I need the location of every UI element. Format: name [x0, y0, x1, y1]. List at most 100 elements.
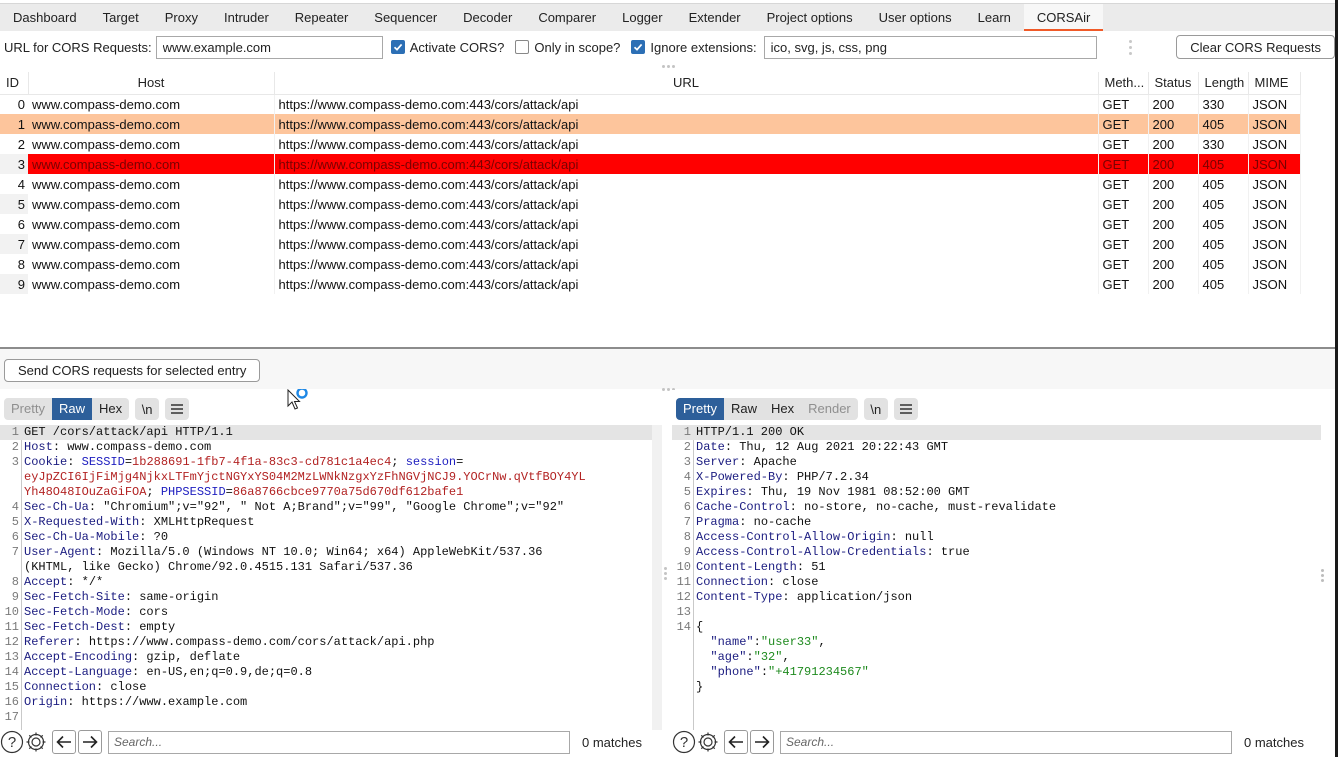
token-value: ; — [146, 485, 161, 499]
column-header-id[interactable]: ID — [0, 72, 29, 95]
tab-logger[interactable]: Logger — [609, 4, 675, 31]
send-cors-requests-button[interactable]: Send CORS requests for selected entry — [4, 359, 261, 382]
table-row[interactable]: 9 www.compass-demo.com https://www.compass… — [0, 274, 1301, 294]
tab-sequencer[interactable]: Sequencer — [361, 4, 450, 31]
table-row[interactable]: 0 www.compass-demo.com https://www.compass… — [0, 94, 1301, 114]
tab-repeater[interactable]: Repeater — [282, 4, 361, 31]
tab-intruder[interactable]: Intruder — [211, 4, 282, 31]
cell-length: 405 — [1198, 154, 1249, 174]
hamburger-menu-icon[interactable] — [893, 398, 918, 420]
previous-match-arrow-icon[interactable] — [52, 730, 76, 754]
line-number: 6 — [11, 530, 19, 544]
column-header-host[interactable]: Host — [28, 72, 275, 95]
token-key: Sec-Ch-Ua — [24, 500, 89, 514]
response-search-input[interactable] — [780, 730, 1232, 754]
column-header-url[interactable]: URL — [274, 72, 1099, 95]
cell-status: 200 — [1148, 174, 1199, 194]
column-header-mime[interactable]: MIME — [1248, 72, 1301, 95]
response-code-area[interactable]: 1 HTTP/1.1 200 OK 2 Date: Thu, 12 Aug 2021 … — [672, 425, 1321, 730]
view-tab-pretty[interactable]: Pretty — [676, 398, 724, 420]
clear-cors-requests-button[interactable]: Clear CORS Requests — [1176, 35, 1335, 59]
table-row[interactable]: 6 www.compass-demo.com https://www.compass… — [0, 214, 1301, 234]
line-text: Sec-Fetch-Dest: empty — [24, 620, 175, 635]
tab-proxy[interactable]: Proxy — [152, 4, 211, 31]
token-value: { — [696, 620, 704, 634]
splitter-handle[interactable] — [1129, 39, 1133, 55]
newline-toggle-button[interactable]: \n — [863, 398, 888, 420]
view-tab-raw[interactable]: Raw — [724, 398, 764, 420]
cors-url-input[interactable] — [155, 35, 383, 59]
tab-extender[interactable]: Extender — [676, 4, 754, 31]
tab-learn[interactable]: Learn — [965, 4, 1024, 31]
splitter-handle[interactable] — [1321, 569, 1324, 582]
token-value: : */* — [67, 575, 104, 589]
view-tab-pretty[interactable]: Pretty — [4, 398, 52, 420]
table-row[interactable]: 7 www.compass-demo.com https://www.compass… — [0, 234, 1301, 254]
table-row[interactable]: 4 www.compass-demo.com https://www.compass… — [0, 174, 1301, 194]
main-tab-bar: Dashboard Target Proxy Intruder Repeater Sequ… — [0, 3, 1335, 31]
line-number: 11 — [4, 620, 19, 634]
vertical-scrollbar[interactable] — [652, 425, 662, 730]
cell-host: www.compass-demo.com — [28, 274, 275, 294]
line-number: 5 — [683, 485, 691, 499]
token-value: , — [782, 650, 790, 664]
line-number: 4 — [11, 500, 19, 514]
token-key: session — [405, 455, 457, 469]
table-row[interactable]: 3 www.compass-demo.com https://www.compass… — [0, 154, 1301, 174]
token-value: : cors — [124, 605, 169, 619]
request-search-input[interactable] — [108, 730, 570, 754]
next-match-arrow-icon[interactable] — [78, 730, 102, 754]
settings-gear-icon[interactable] — [24, 730, 48, 754]
activate-cors-checkbox[interactable]: Activate CORS? — [390, 40, 504, 55]
cell-host: www.compass-demo.com — [28, 134, 275, 154]
code-line: 4 X-Powered-By: PHP/7.2.34 — [672, 470, 1321, 485]
tab-corsair[interactable]: CORSAir — [1023, 4, 1104, 31]
request-code-area[interactable]: 1 GET /cors/attack/api HTTP/1.1 2 Host: www… — [0, 425, 652, 730]
view-tab-hex[interactable]: Hex — [92, 398, 129, 420]
hamburger-menu-icon[interactable] — [165, 398, 190, 420]
ignore-extensions-checkbox[interactable]: Ignore extensions: — [631, 40, 757, 55]
column-header-length[interactable]: Length — [1198, 72, 1249, 95]
splitter-handle[interactable] — [662, 65, 675, 68]
line-text: Server: Apache — [696, 455, 797, 470]
line-text: Sec-Ch-Ua: "Chromium";v="92", " Not A;Br… — [24, 500, 564, 515]
newline-toggle-button[interactable]: \n — [135, 398, 160, 420]
tab-project-options[interactable]: Project options — [754, 4, 866, 31]
column-header-method[interactable]: Meth... — [1098, 72, 1149, 95]
code-line: 16 Origin: https://www.example.com — [0, 695, 652, 710]
ignore-extensions-input[interactable] — [763, 35, 1098, 59]
token-key: Sec-Fetch-Dest — [24, 620, 125, 634]
tab-decoder[interactable]: Decoder — [450, 4, 525, 31]
view-tab-render[interactable]: Render — [801, 398, 858, 420]
table-row[interactable]: 5 www.compass-demo.com https://www.compass… — [0, 194, 1301, 214]
only-in-scope-checkbox[interactable]: Only in scope? — [515, 40, 620, 55]
token-value: Yh48O48IOuZaGiFOA — [24, 485, 147, 499]
cell-status: 200 — [1148, 254, 1199, 274]
view-tab-hex[interactable]: Hex — [764, 398, 801, 420]
token-value: : Apache — [739, 455, 797, 469]
tab-comparer[interactable]: Comparer — [525, 4, 609, 31]
help-icon[interactable]: ? — [0, 730, 24, 754]
cell-mime: JSON — [1248, 114, 1301, 134]
tab-target[interactable]: Target — [90, 4, 152, 31]
tab-dashboard[interactable]: Dashboard — [0, 4, 90, 31]
previous-match-arrow-icon[interactable] — [724, 730, 748, 754]
table-row[interactable]: 2 www.compass-demo.com https://www.compass… — [0, 134, 1301, 154]
token-key: Accept — [24, 575, 68, 589]
cell-method: GET — [1098, 154, 1149, 174]
column-header-status[interactable]: Status — [1148, 72, 1199, 95]
cell-id: 8 — [0, 254, 28, 274]
help-icon[interactable]: ? — [672, 730, 696, 754]
view-tab-raw[interactable]: Raw — [51, 398, 92, 420]
splitter-handle[interactable] — [664, 567, 667, 580]
token-value: = — [124, 455, 133, 469]
table-row[interactable]: 8 www.compass-demo.com https://www.compass… — [0, 254, 1301, 274]
settings-gear-icon[interactable] — [696, 730, 720, 754]
table-row[interactable]: 1 www.compass-demo.com https://www.compass… — [0, 114, 1301, 134]
line-text: Access-Control-Allow-Origin: null — [696, 530, 934, 545]
cell-url: https://www.compass-demo.com:443/cors/at… — [274, 174, 1099, 194]
response-match-count: 0 matches — [1244, 734, 1304, 750]
next-match-arrow-icon[interactable] — [750, 730, 774, 754]
token-value: : no-store, no-cache, must-revalidate — [789, 500, 1057, 514]
tab-user-options[interactable]: User options — [866, 4, 965, 31]
